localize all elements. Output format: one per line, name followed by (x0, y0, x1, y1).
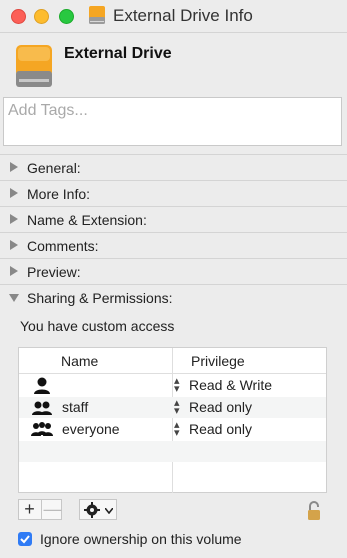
column-header-privilege[interactable]: Privilege (191, 353, 245, 369)
section-sharing-permissions[interactable]: Sharing & Permissions: (0, 284, 347, 310)
add-user-button[interactable]: + (19, 500, 40, 519)
user-icon (34, 377, 50, 394)
access-text: You have custom access (20, 318, 175, 334)
section-more-info[interactable]: More Info: (0, 180, 347, 206)
section-preview[interactable]: Preview: (0, 258, 347, 284)
section-label: Sharing & Permissions: (27, 290, 173, 306)
drive-icon (89, 6, 105, 24)
section-label: Preview: (27, 264, 81, 280)
section-label: More Info: (27, 186, 91, 202)
disclosure-triangle-icon[interactable] (10, 214, 18, 224)
ignore-ownership-label: Ignore ownership on this volume (40, 531, 242, 547)
row-name: staff (62, 399, 89, 415)
section-label: Name & Extension: (27, 212, 147, 228)
gear-icon (84, 502, 100, 518)
group-icon (32, 401, 52, 415)
minimize-button[interactable] (34, 9, 49, 24)
ignore-ownership-checkbox[interactable] (18, 532, 32, 546)
column-header-name[interactable]: Name (61, 353, 98, 369)
stepper-arrows-icon[interactable]: ▴ ▾ (174, 420, 180, 439)
tags-field[interactable] (3, 97, 342, 146)
disclosure-triangle-icon[interactable] (10, 240, 18, 250)
disclosure-triangle-open-icon[interactable] (9, 294, 19, 302)
action-menu-button[interactable] (79, 499, 117, 520)
checkmark-icon (20, 535, 30, 544)
info-header: External Drive (0, 33, 347, 93)
chevron-down-icon (105, 508, 113, 514)
close-button[interactable] (11, 9, 26, 24)
stepper-arrows-icon[interactable]: ▴ ▾ (174, 376, 180, 395)
sections-list: General: More Info: Name & Extension: Co… (0, 154, 347, 310)
section-name-extension[interactable]: Name & Extension: (0, 206, 347, 232)
row-name: everyone (62, 421, 120, 437)
privilege-popup[interactable]: Read only (189, 399, 252, 415)
section-label: General: (27, 160, 81, 176)
privilege-popup[interactable]: Read & Write (189, 377, 272, 393)
lock-icon[interactable] (306, 501, 322, 521)
add-remove-control: + — (18, 499, 62, 520)
external-drive-icon (16, 45, 52, 87)
zoom-button[interactable] (59, 9, 74, 24)
privilege-popup[interactable]: Read only (189, 421, 252, 437)
stepper-arrows-icon[interactable]: ▴ ▾ (174, 398, 180, 417)
table-row-empty (19, 441, 326, 462)
table-row[interactable]: ▴ ▾ Read & Write (19, 375, 326, 396)
section-comments[interactable]: Comments: (0, 232, 347, 258)
title-bar: External Drive Info (0, 0, 347, 33)
disclosure-triangle-icon[interactable] (10, 162, 18, 172)
disclosure-triangle-icon[interactable] (10, 266, 18, 276)
table-row[interactable]: staff ▴ ▾ Read only (19, 397, 326, 418)
window-title: External Drive Info (113, 6, 253, 25)
permissions-table: Name Privilege ▴ ▾ Read & Write staff ▴ ▾ … (18, 347, 327, 493)
section-label: Comments: (27, 238, 99, 254)
item-name: External Drive (64, 45, 172, 62)
remove-user-button[interactable]: — (41, 500, 63, 519)
everyone-icon (31, 422, 53, 436)
section-general[interactable]: General: (0, 154, 347, 180)
tags-input[interactable] (8, 102, 328, 120)
disclosure-triangle-icon[interactable] (10, 188, 18, 198)
table-row[interactable]: everyone ▴ ▾ Read only (19, 419, 326, 440)
